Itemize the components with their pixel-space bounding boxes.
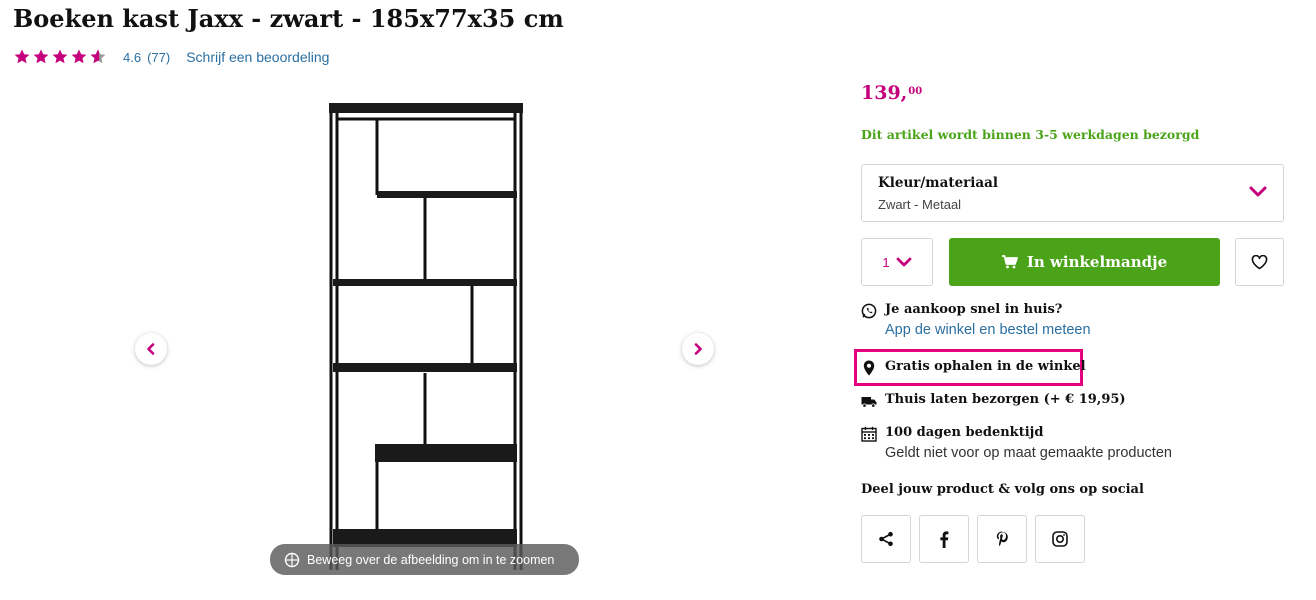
prev-image-button[interactable] — [135, 333, 167, 365]
next-image-button[interactable] — [682, 333, 714, 365]
pinterest-button[interactable] — [977, 515, 1027, 563]
instagram-button[interactable] — [1035, 515, 1085, 563]
product-image[interactable] — [325, 95, 525, 573]
delivery-note: Dit artikel wordt binnen 3-5 werkdagen b… — [861, 127, 1200, 142]
add-to-cart-button[interactable]: In winkelmandje — [949, 238, 1220, 286]
instagram-icon — [1052, 531, 1068, 547]
wishlist-button[interactable] — [1235, 238, 1284, 286]
zoom-hint: Beweeg over de afbeelding om in te zoome… — [270, 544, 579, 575]
location-pin-icon — [863, 360, 875, 376]
pickup-info: Gratis ophalen in de winkel — [861, 359, 1086, 376]
share-title: Deel jouw product & volg ons op social — [861, 482, 1144, 497]
rating-value: 4.6 — [123, 49, 142, 65]
return-info: 100 dagen bedenktijd Geldt niet voor op … — [861, 425, 1172, 461]
half-star-icon — [90, 49, 106, 64]
quantity-select[interactable]: 1 — [861, 238, 933, 286]
cart-icon — [1001, 255, 1018, 269]
chevron-down-icon — [896, 257, 912, 267]
whatsapp-icon — [861, 303, 877, 319]
chevron-down-icon — [1249, 186, 1267, 197]
write-review-link[interactable]: Schrijf een beoordeling — [186, 49, 329, 65]
whatsapp-link[interactable]: App de winkel en bestel meteen — [885, 322, 1091, 338]
share-icon — [879, 531, 893, 547]
price: 139,00 — [861, 82, 922, 104]
price-main: 139, — [861, 82, 908, 104]
delivery-info: Thuis laten bezorgen (+ € 19,95) — [861, 392, 1126, 409]
variant-select[interactable]: Kleur/materiaal Zwart - Metaal — [861, 164, 1284, 222]
heart-icon — [1251, 254, 1268, 269]
rating-row: 4.6 (77) Schrijf een beoordeling — [13, 47, 329, 67]
return-note: Geldt niet voor op maat gemaakte product… — [885, 445, 1172, 461]
calendar-icon — [861, 426, 877, 442]
chevron-right-icon — [694, 343, 702, 355]
star-icon — [52, 49, 68, 64]
truck-icon — [861, 397, 877, 408]
product-gallery[interactable]: Beweeg over de afbeelding om in te zoome… — [120, 95, 730, 585]
rating-count[interactable]: (77) — [147, 50, 170, 65]
facebook-icon — [940, 530, 949, 548]
chevron-left-icon — [147, 343, 155, 355]
whatsapp-title: Je aankoop snel in huis? — [885, 302, 1063, 317]
product-title: Boeken kast Jaxx - zwart - 185x77x35 cm — [13, 4, 564, 33]
star-icon — [33, 49, 49, 64]
add-to-cart-label: In winkelmandje — [1026, 253, 1168, 271]
share-button[interactable] — [861, 515, 911, 563]
price-cents: 00 — [908, 85, 923, 97]
quantity-value: 1 — [882, 254, 890, 270]
variant-value: Zwart - Metaal — [878, 197, 962, 212]
zoom-hint-text: Beweeg over de afbeelding om in te zoome… — [307, 552, 555, 567]
star-icon — [71, 49, 87, 64]
whatsapp-info: Je aankoop snel in huis? App de winkel e… — [861, 302, 1091, 338]
variant-label: Kleur/materiaal — [878, 175, 999, 191]
star-icon — [14, 49, 30, 64]
zoom-crosshair-icon — [284, 552, 300, 567]
pinterest-icon — [996, 531, 1008, 547]
pickup-text: Gratis ophalen in de winkel — [885, 359, 1086, 374]
return-title: 100 dagen bedenktijd — [885, 425, 1044, 440]
rating-stars — [13, 48, 107, 66]
delivery-text: Thuis laten bezorgen (+ € 19,95) — [885, 392, 1126, 407]
facebook-button[interactable] — [919, 515, 969, 563]
